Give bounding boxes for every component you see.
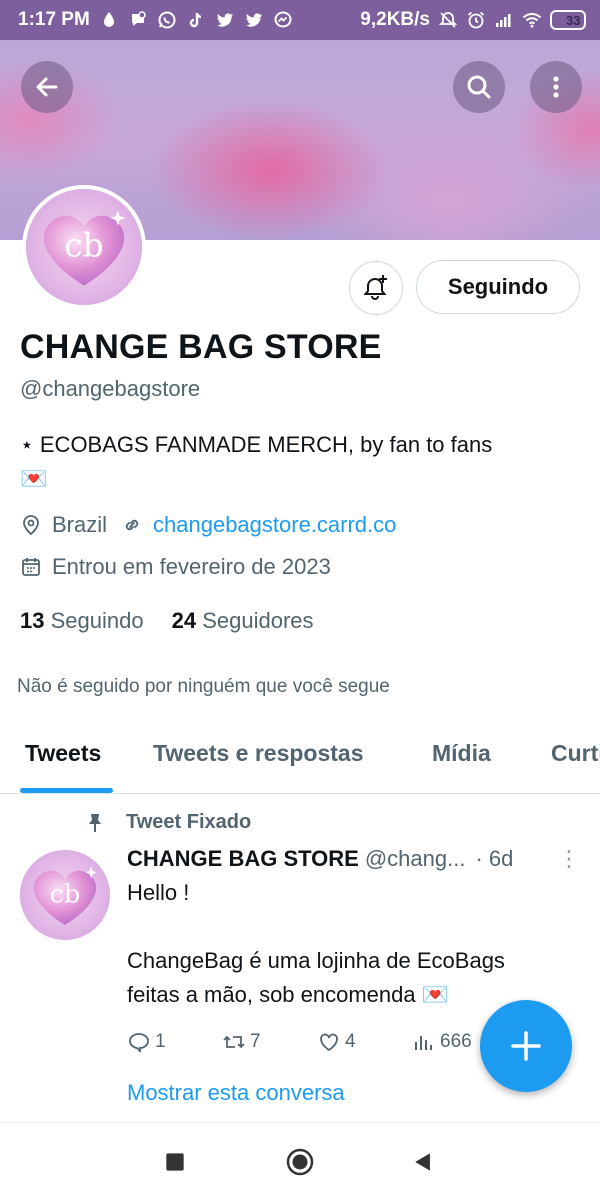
- tweet-text-line: Hello !: [127, 880, 190, 905]
- system-nav-bar: [0, 1122, 600, 1200]
- pinned-tweet-label: Tweet Fixado: [84, 811, 251, 834]
- calendar-icon: [22, 558, 40, 576]
- avatar-text: cb: [50, 880, 81, 910]
- views-icon: [415, 1036, 432, 1050]
- status-bar: 1:17 PM 9,2KB/s 33: [0, 0, 600, 40]
- pinned-text: Tweet Fixado: [126, 811, 252, 833]
- data-saver-icon: [99, 10, 119, 30]
- profile-avatar[interactable]: cb: [22, 185, 146, 309]
- signal-icon: [494, 10, 514, 30]
- tweet-text-blank: [127, 910, 580, 944]
- tiktok-icon: [186, 10, 206, 30]
- tweet-author-handle: @chang...: [364, 846, 466, 871]
- followers-label: Seguidores: [202, 608, 314, 633]
- battery-percent: 33: [566, 12, 581, 28]
- notifications-button[interactable]: [349, 261, 403, 315]
- back-nav-button[interactable]: [408, 1147, 438, 1177]
- follow-stats: 13 Seguindo 24 Seguidores: [20, 608, 314, 634]
- messenger-icon: [273, 10, 293, 30]
- followers-count: 24: [171, 608, 197, 633]
- avatar-image: cb: [26, 189, 142, 305]
- profile-meta-location: Brazil changebagstore.carrd.co: [20, 512, 396, 538]
- location-text: Brazil: [52, 512, 108, 537]
- profile-handle: @changebagstore: [20, 376, 201, 401]
- retweet-count: 7: [250, 1031, 261, 1052]
- whatsapp-icon: [157, 10, 177, 30]
- plus-icon: [511, 1031, 541, 1061]
- tweet-avatar[interactable]: cb: [20, 850, 110, 940]
- joined-text: Entrou em fevereiro de 2023: [52, 554, 331, 579]
- tweet-more-icon[interactable]: ⋮: [558, 846, 580, 872]
- like-count: 4: [345, 1031, 356, 1052]
- triangle-back-icon: [415, 1153, 430, 1171]
- following-button[interactable]: Seguindo: [416, 260, 580, 314]
- tweet-text-line: ChangeBag é uma lojinha de EcoBags: [127, 948, 505, 973]
- profile-name: CHANGE BAG STORE: [20, 328, 382, 366]
- search-button[interactable]: [453, 61, 505, 113]
- profile-tabs: Tweets Tweets e respostas Mídia Curtidas: [0, 728, 600, 794]
- reply-count: 1: [155, 1031, 166, 1052]
- followed-by-text: Não é seguido por ninguém que você segue: [17, 676, 390, 697]
- tab-likes[interactable]: Curtidas: [551, 740, 600, 767]
- followers-stat[interactable]: 24 Seguidores: [172, 608, 314, 634]
- website-link[interactable]: changebagstore.carrd.co: [153, 512, 396, 538]
- profile-meta-joined: Entrou em fevereiro de 2023: [20, 554, 331, 580]
- more-button[interactable]: [530, 61, 582, 113]
- home-button[interactable]: [285, 1147, 315, 1177]
- back-button[interactable]: [21, 61, 73, 113]
- chat-bubble-icon: [128, 10, 148, 30]
- twitter-icon: [244, 10, 264, 30]
- tweet-time: · 6d: [475, 846, 514, 871]
- search-icon: [467, 75, 491, 99]
- show-thread-link[interactable]: Mostrar esta conversa: [127, 1080, 345, 1106]
- reply-button[interactable]: 1: [127, 1030, 222, 1054]
- recents-button[interactable]: [160, 1147, 190, 1177]
- following-count: 13: [20, 608, 45, 633]
- link-icon: [125, 519, 139, 531]
- tab-tweets[interactable]: Tweets: [25, 740, 101, 767]
- retweet-button[interactable]: 7: [222, 1030, 317, 1054]
- like-button[interactable]: 4: [317, 1030, 412, 1054]
- network-speed: 9,2KB/s: [360, 9, 430, 30]
- status-time: 1:17 PM: [18, 9, 90, 30]
- tab-media[interactable]: Mídia: [432, 740, 491, 767]
- following-label: Seguindo: [50, 608, 144, 633]
- following-stat[interactable]: 13 Seguindo: [20, 608, 144, 634]
- battery-icon: 33: [550, 10, 586, 30]
- bell-plus-icon: [363, 275, 387, 300]
- pin-icon: [89, 813, 101, 832]
- tweet-text: Hello ! ChangeBag é uma lojinha de EcoBa…: [127, 876, 580, 1012]
- tweet-author-name: CHANGE BAG STORE: [127, 846, 359, 871]
- wifi-icon: [522, 10, 542, 30]
- more-vertical-icon: [553, 76, 559, 98]
- mute-icon: [438, 10, 458, 30]
- square-icon: [166, 1153, 184, 1171]
- bio-emoji: 💌: [20, 466, 48, 491]
- heart-icon: [320, 1033, 338, 1052]
- avatar-text: cb: [64, 226, 103, 265]
- tab-tweets-replies[interactable]: Tweets e respostas: [153, 740, 364, 767]
- location-pin-icon: [23, 515, 39, 536]
- compose-tweet-button[interactable]: [480, 1000, 572, 1092]
- circle-icon: [286, 1148, 314, 1176]
- view-count: 666: [440, 1031, 472, 1052]
- active-tab-indicator: [20, 788, 113, 793]
- alarm-icon: [466, 10, 486, 30]
- arrow-left-icon: [36, 77, 58, 97]
- profile-bio: ⋆ ECOBAGS FANMADE MERCH, by fan to fans …: [20, 428, 580, 496]
- retweet-icon: [223, 1035, 245, 1049]
- bio-text: ⋆ ECOBAGS FANMADE MERCH, by fan to fans: [20, 432, 493, 457]
- avatar-image: cb: [20, 850, 110, 940]
- reply-icon: [129, 1033, 149, 1054]
- twitter-icon: [215, 10, 235, 30]
